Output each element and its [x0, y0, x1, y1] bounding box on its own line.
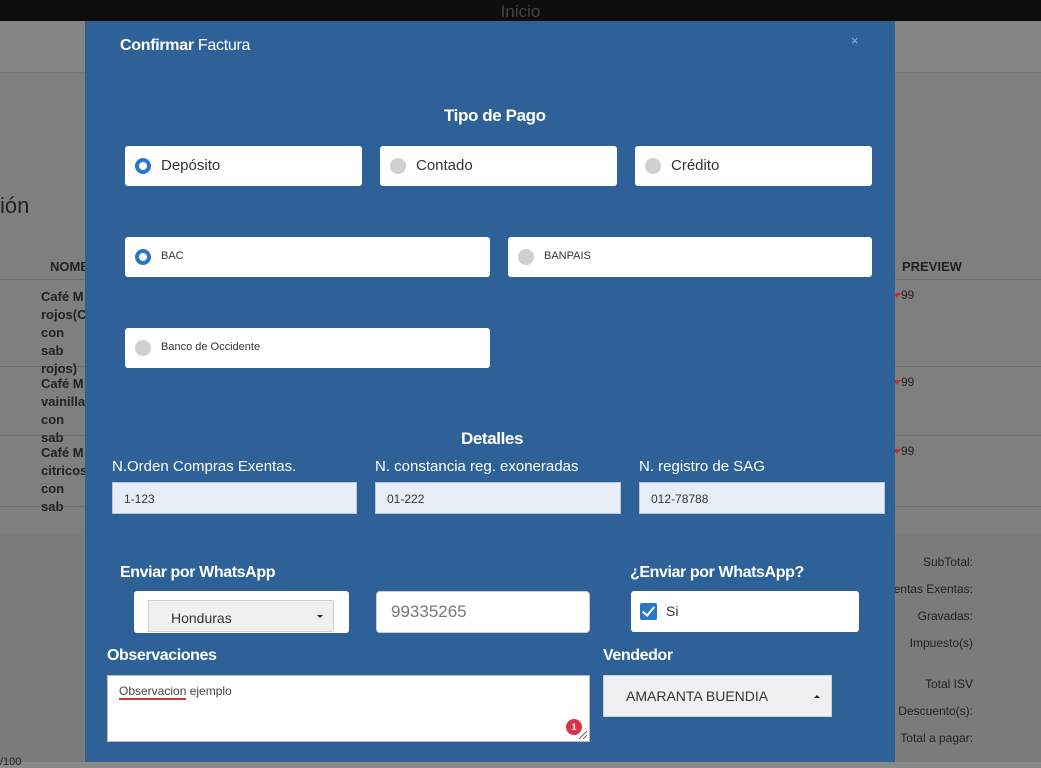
country-select[interactable]: Honduras: [148, 600, 334, 632]
phone-input[interactable]: 99335265: [376, 591, 590, 633]
product-name: Café M rojos(C con sab rojos): [41, 289, 86, 376]
whatsapp-label: Enviar por WhatsApp: [120, 564, 276, 581]
seller-label: Vendedor: [603, 647, 673, 664]
details-title: Detalles: [461, 429, 524, 448]
orden-compras-input[interactable]: 1-123: [112, 482, 357, 514]
payment-option-credito[interactable]: Crédito: [635, 146, 872, 186]
modal-title-bold: Confirmar: [120, 37, 194, 54]
payment-option-deposito[interactable]: Depósito: [125, 146, 362, 186]
registro-sag-input[interactable]: 012-78788: [639, 482, 885, 514]
radio-icon[interactable]: [390, 158, 406, 174]
bank-option-banpais[interactable]: BANPAIS: [508, 237, 872, 277]
summary-impuesto: Impuesto(s): [909, 636, 973, 650]
bank-option-label: BAC: [161, 250, 184, 262]
background-bottom-text: /100: [0, 756, 22, 768]
product-price: 99: [893, 375, 914, 389]
column-preview: PREVIEW: [902, 259, 962, 274]
radio-selected-icon[interactable]: [135, 158, 151, 174]
confirm-invoice-modal: Confirmar Factura × Tipo de Pago Depósit…: [85, 21, 895, 762]
payment-option-label: Crédito: [671, 157, 720, 174]
checkbox-checked-icon[interactable]: [640, 603, 657, 620]
payment-type-title: Tipo de Pago: [444, 106, 546, 125]
column-name: NOMB: [50, 259, 90, 274]
background-section-title: ión: [0, 193, 30, 218]
top-bar: Inicio: [0, 0, 1041, 21]
summary-ventas-exentas: entas Exentas:: [893, 582, 973, 596]
seller-select[interactable]: AMARANTA BUENDIA: [603, 675, 832, 717]
modal-title: Confirmar Factura: [120, 37, 250, 55]
bank-option-label: Banco de Occidente: [161, 341, 261, 353]
payment-option-contado[interactable]: Contado: [380, 146, 617, 186]
radio-icon[interactable]: [518, 249, 534, 265]
payment-option-label: Depósito: [161, 157, 221, 174]
radio-selected-icon[interactable]: [135, 249, 151, 265]
caret-down-icon: [317, 615, 323, 618]
whatsapp-confirm-box[interactable]: Si: [631, 591, 859, 632]
observation-word: ejemplo: [186, 684, 232, 698]
observations-label: Observaciones: [107, 647, 217, 664]
seller-value: AMARANTA BUENDIA: [626, 688, 769, 704]
radio-icon[interactable]: [135, 340, 151, 356]
top-bar-title: Inicio: [500, 2, 541, 21]
bank-option-bac[interactable]: BAC: [125, 237, 490, 277]
modal-title-rest: Factura: [197, 37, 251, 54]
whatsapp-confirm-label: ¿Enviar por WhatsApp?: [630, 564, 804, 581]
summary-gravadas: Gravadas:: [917, 609, 973, 623]
summary-subtotal: SubTotal:: [922, 555, 973, 569]
radio-icon[interactable]: [645, 158, 661, 174]
whatsapp-confirm-value: Si: [666, 603, 679, 619]
product-price: 99: [893, 444, 914, 458]
constancia-input[interactable]: 01-222: [375, 482, 621, 514]
field-label-constancia: N. constancia reg. exoneradas: [375, 458, 579, 475]
bank-option-banco-occidente[interactable]: Banco de Occidente: [125, 328, 490, 368]
resize-handle-icon[interactable]: [579, 731, 587, 739]
country-box: Honduras: [134, 591, 349, 633]
summary-total-isv: Total ISV: [924, 677, 973, 691]
field-label-orden-compras: N.Orden Compras Exentas.: [112, 458, 297, 475]
caret-up-icon: [814, 695, 820, 698]
payment-option-label: Contado: [416, 157, 473, 174]
product-name: Café M citricos con sab: [41, 445, 86, 514]
product-price: 99: [893, 288, 914, 302]
bank-option-label: BANPAIS: [544, 250, 591, 262]
close-icon[interactable]: ×: [851, 33, 859, 48]
observations-textarea[interactable]: Observacion ejemplo 1: [107, 675, 590, 742]
summary-total-pagar: Total a pagar:: [900, 731, 973, 745]
field-label-registro-sag: N. registro de SAG: [639, 458, 765, 475]
country-value: Honduras: [171, 610, 232, 626]
summary-descuento: Descuento(s):: [898, 704, 973, 718]
observation-word-misspelled: Observacion: [119, 684, 187, 700]
